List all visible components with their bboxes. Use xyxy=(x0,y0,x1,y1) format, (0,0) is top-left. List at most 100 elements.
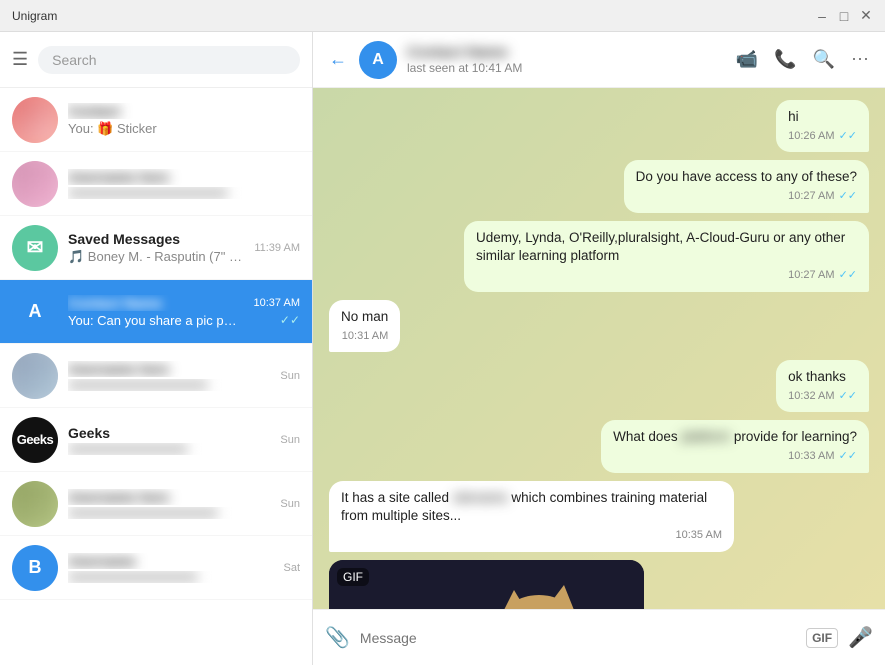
message-text: It has a site called sitename which comb… xyxy=(341,490,707,524)
avatar: ✉ xyxy=(12,225,58,271)
message-time: 10:27 AM xyxy=(788,189,834,204)
messages-area: hi 10:26 AM ✓✓ Do you have access to any… xyxy=(313,88,885,609)
message-bubble: hi 10:26 AM ✓✓ xyxy=(776,100,869,152)
contact-status: last seen at 10:41 AM xyxy=(407,61,726,75)
message-row: Udemy, Lynda, O'Reilly,pluralsight, A-Cl… xyxy=(329,221,869,292)
avatar: A xyxy=(12,289,58,335)
chat-time: Sun xyxy=(280,434,300,446)
message-input[interactable] xyxy=(360,626,796,650)
read-receipt-icon: ✓✓ xyxy=(839,268,857,283)
search-icon[interactable]: 🔍 xyxy=(813,49,835,70)
chat-item[interactable]: B Username Sat xyxy=(0,536,312,600)
chat-preview: 🎵 Boney M. - Rasputin (7" Ver... xyxy=(68,249,244,265)
chat-time: 11:39 AM xyxy=(254,242,300,254)
chat-item[interactable]: Username here Sun xyxy=(0,344,312,408)
message-text: Udemy, Lynda, O'Reilly,pluralsight, A-Cl… xyxy=(476,230,845,264)
message-row: Do you have access to any of these? 10:2… xyxy=(329,160,869,212)
message-meta: 10:35 AM xyxy=(341,528,722,543)
chat-item-geeks[interactable]: Geeks Geeks Sun xyxy=(0,408,312,472)
avatar xyxy=(12,481,58,527)
message-bubble: What does platform provide for learning?… xyxy=(601,420,869,472)
chat-preview: You: 🎁 Sticker xyxy=(68,121,290,137)
chat-info: Username here xyxy=(68,489,270,519)
chat-meta: 10:37 AM ✓✓ xyxy=(254,297,300,327)
chat-info: Username xyxy=(68,553,273,583)
video-call-icon[interactable]: 📹 xyxy=(736,49,758,70)
minimize-button[interactable]: – xyxy=(815,9,829,23)
chat-name: Geeks xyxy=(68,425,270,441)
window-controls: – □ ✕ xyxy=(815,9,873,23)
phone-icon[interactable]: 📞 xyxy=(774,49,796,70)
chat-info: Username here xyxy=(68,361,270,391)
message-time: 10:32 AM xyxy=(788,389,834,404)
menu-icon[interactable]: ☰ xyxy=(12,49,28,70)
message-text: No man xyxy=(341,309,388,324)
message-meta: 10:33 AM ✓✓ xyxy=(613,449,857,464)
chat-info: Geeks xyxy=(68,425,270,455)
maximize-button[interactable]: □ xyxy=(837,9,851,23)
read-receipt-icon: ✓✓ xyxy=(839,449,857,464)
message-row: No man 10:31 AM xyxy=(329,300,869,352)
message-time: 10:33 AM xyxy=(788,449,834,464)
gif-label: GIF xyxy=(337,568,369,586)
message-meta: 10:27 AM ✓✓ xyxy=(636,189,857,204)
message-bubble: It has a site called sitename which comb… xyxy=(329,481,734,552)
chat-list: Contact You: 🎁 Sticker Username here xyxy=(0,88,312,665)
message-row: It has a site called sitename which comb… xyxy=(329,481,869,552)
close-button[interactable]: ✕ xyxy=(859,9,873,23)
chat-header: ← A Contact Name last seen at 10:41 AM 📹… xyxy=(313,32,885,88)
message-time: 10:35 AM xyxy=(676,528,722,543)
gif-bubble[interactable]: GIF 10:35 AM ✓✓ xyxy=(329,560,644,609)
chat-meta: Sun xyxy=(280,370,300,382)
chat-name: Username here xyxy=(68,361,270,377)
avatar xyxy=(12,161,58,207)
gif-button[interactable]: GIF xyxy=(806,628,838,648)
chat-preview xyxy=(68,443,270,455)
search-input[interactable]: Search xyxy=(38,46,300,74)
message-meta: 10:31 AM xyxy=(341,329,388,344)
chat-meta: Sun xyxy=(280,498,300,510)
chat-item[interactable]: Username here Sun xyxy=(0,472,312,536)
chat-item[interactable]: Contact You: 🎁 Sticker xyxy=(0,88,312,152)
chat-info: Contact You: 🎁 Sticker xyxy=(68,103,290,137)
avatar xyxy=(12,97,58,143)
chat-info: Saved Messages 🎵 Boney M. - Rasputin (7"… xyxy=(68,231,244,265)
back-button[interactable]: ← xyxy=(329,49,347,70)
message-meta: 10:26 AM ✓✓ xyxy=(788,129,857,144)
message-bubble: Udemy, Lynda, O'Reilly,pluralsight, A-Cl… xyxy=(464,221,869,292)
gif-scene xyxy=(329,560,644,609)
chat-item[interactable]: Username here xyxy=(0,152,312,216)
chat-header-info: Contact Name last seen at 10:41 AM xyxy=(407,44,726,75)
message-row-gif: GIF 10:35 AM ✓✓ xyxy=(329,560,869,609)
app-body: ☰ Search Contact You: 🎁 Sticker xyxy=(0,32,885,665)
chat-item-active[interactable]: A Contact Name You: Can you share a pic … xyxy=(0,280,312,344)
message-bubble: Do you have access to any of these? 10:2… xyxy=(624,160,869,212)
chat-name: Username here xyxy=(68,169,290,185)
microphone-button[interactable]: 🎤 xyxy=(848,625,873,650)
message-bubble: No man 10:31 AM xyxy=(329,300,400,352)
read-receipt-icon: ✓✓ xyxy=(839,389,857,404)
message-text: ok thanks xyxy=(788,369,846,384)
sidebar-header: ☰ Search xyxy=(0,32,312,88)
sidebar: ☰ Search Contact You: 🎁 Sticker xyxy=(0,32,313,665)
message-time: 10:31 AM xyxy=(342,329,388,344)
chat-time: Sun xyxy=(280,370,300,382)
chat-preview: You: Can you share a pic post search? xyxy=(68,313,244,328)
chat-preview xyxy=(68,187,290,199)
message-time: 10:26 AM xyxy=(788,129,834,144)
chat-preview xyxy=(68,571,273,583)
app-title: Unigram xyxy=(12,9,57,23)
avatar xyxy=(12,353,58,399)
read-receipt-icon: ✓✓ xyxy=(839,189,857,204)
chat-item-saved-messages[interactable]: ✉ Saved Messages 🎵 Boney M. - Rasputin (… xyxy=(0,216,312,280)
chat-panel: ← A Contact Name last seen at 10:41 AM 📹… xyxy=(313,32,885,665)
attach-button[interactable]: 📎 xyxy=(325,625,350,650)
chat-name: Contact xyxy=(68,103,290,119)
chat-time: Sat xyxy=(283,562,300,574)
chat-preview xyxy=(68,507,270,519)
more-options-icon[interactable]: ⋯ xyxy=(851,49,869,70)
message-meta: 10:32 AM ✓✓ xyxy=(788,389,857,404)
chat-name: Username xyxy=(68,553,273,569)
chat-meta: 11:39 AM xyxy=(254,242,300,254)
gif-image xyxy=(329,560,644,609)
